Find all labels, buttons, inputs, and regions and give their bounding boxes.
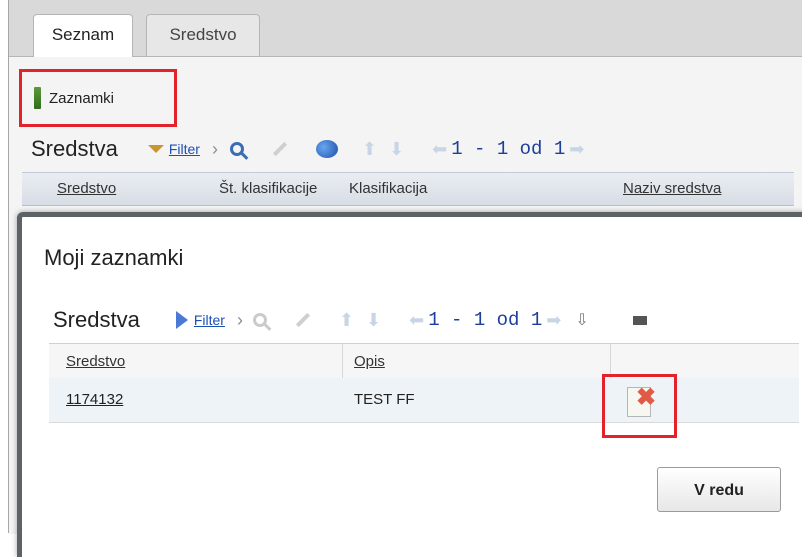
search-icon xyxy=(252,313,267,327)
chevron-right-icon: › xyxy=(236,309,243,330)
main-col-sredstvo[interactable]: Sredstvo xyxy=(57,180,116,197)
dialog-toolbar: Sredstva Filter › ⬆ ⬇ ⬅ 1 - 1 od 1 ➡ ⇩ xyxy=(53,305,647,335)
arrow-left-icon: ⬅ xyxy=(409,309,425,330)
main-toolbar-title: Sredstva xyxy=(31,136,118,161)
highlight-box-bookmarks xyxy=(19,69,177,127)
dialog-filter-link[interactable]: Filter xyxy=(194,312,225,328)
main-filter-link[interactable]: Filter xyxy=(169,141,200,157)
filter-expand-icon[interactable] xyxy=(147,145,164,153)
arrow-up-icon: ⬆ xyxy=(338,309,355,330)
dialog-title: Moji zaznamki xyxy=(44,245,184,270)
chevron-right-icon: › xyxy=(211,138,218,159)
arrow-up-icon: ⬆ xyxy=(361,138,378,159)
export-icon[interactable]: ⇩ xyxy=(575,310,588,330)
arrow-down-icon: ⬇ xyxy=(366,309,382,330)
table-row[interactable]: 1174132 TEST FF xyxy=(49,378,799,423)
dialog-toolbar-title: Sredstva xyxy=(53,307,140,332)
bookmarks-dialog: Moji zaznamki Sredstva Filter › ⬆ ⬇ ⬅ 1 … xyxy=(17,212,802,557)
refresh-icon[interactable] xyxy=(315,140,338,158)
dialog-col-sredstvo[interactable]: Sredstvo xyxy=(66,353,125,370)
edit-icon xyxy=(272,141,288,157)
main-col-st-klasifikacije: Št. klasifikacije xyxy=(219,180,318,197)
collapse-icon[interactable] xyxy=(632,315,647,325)
row-opis: TEST FF xyxy=(354,391,415,408)
tab-seznam[interactable]: Seznam xyxy=(33,14,133,57)
main-col-klasifikacija: Klasifikacija xyxy=(349,180,428,197)
arrow-right-icon: ➡ xyxy=(546,309,562,330)
tab-sredstvo[interactable]: Sredstvo xyxy=(146,14,260,56)
main-pager-text: 1 - 1 od 1 xyxy=(451,138,566,160)
row-sredstvo-link[interactable]: 1174132 xyxy=(66,391,123,408)
dialog-col-opis[interactable]: Opis xyxy=(354,353,385,370)
arrow-right-icon: ➡ xyxy=(569,138,585,159)
arrow-down-icon: ⬇ xyxy=(389,138,405,159)
main-grid-header: Sredstvo Št. klasifikacije Klasifikacija… xyxy=(22,172,794,206)
main-toolbar: Sredstva Filter › ⬆ ⬇ ⬅ 1 - 1 od 1 ➡ xyxy=(31,135,584,163)
edit-icon xyxy=(295,312,311,328)
filter-collapse-icon[interactable] xyxy=(175,311,188,329)
dialog-grid-header: Sredstvo Opis xyxy=(49,343,799,380)
arrow-left-icon: ⬅ xyxy=(432,138,448,159)
highlight-box-delete xyxy=(602,374,677,438)
main-col-naziv-sredstva[interactable]: Naziv sredstva xyxy=(623,180,721,197)
search-icon[interactable] xyxy=(229,142,244,156)
dialog-pager-text: 1 - 1 od 1 xyxy=(428,309,543,331)
ok-button[interactable]: V redu xyxy=(657,467,781,512)
column-divider xyxy=(342,344,343,379)
